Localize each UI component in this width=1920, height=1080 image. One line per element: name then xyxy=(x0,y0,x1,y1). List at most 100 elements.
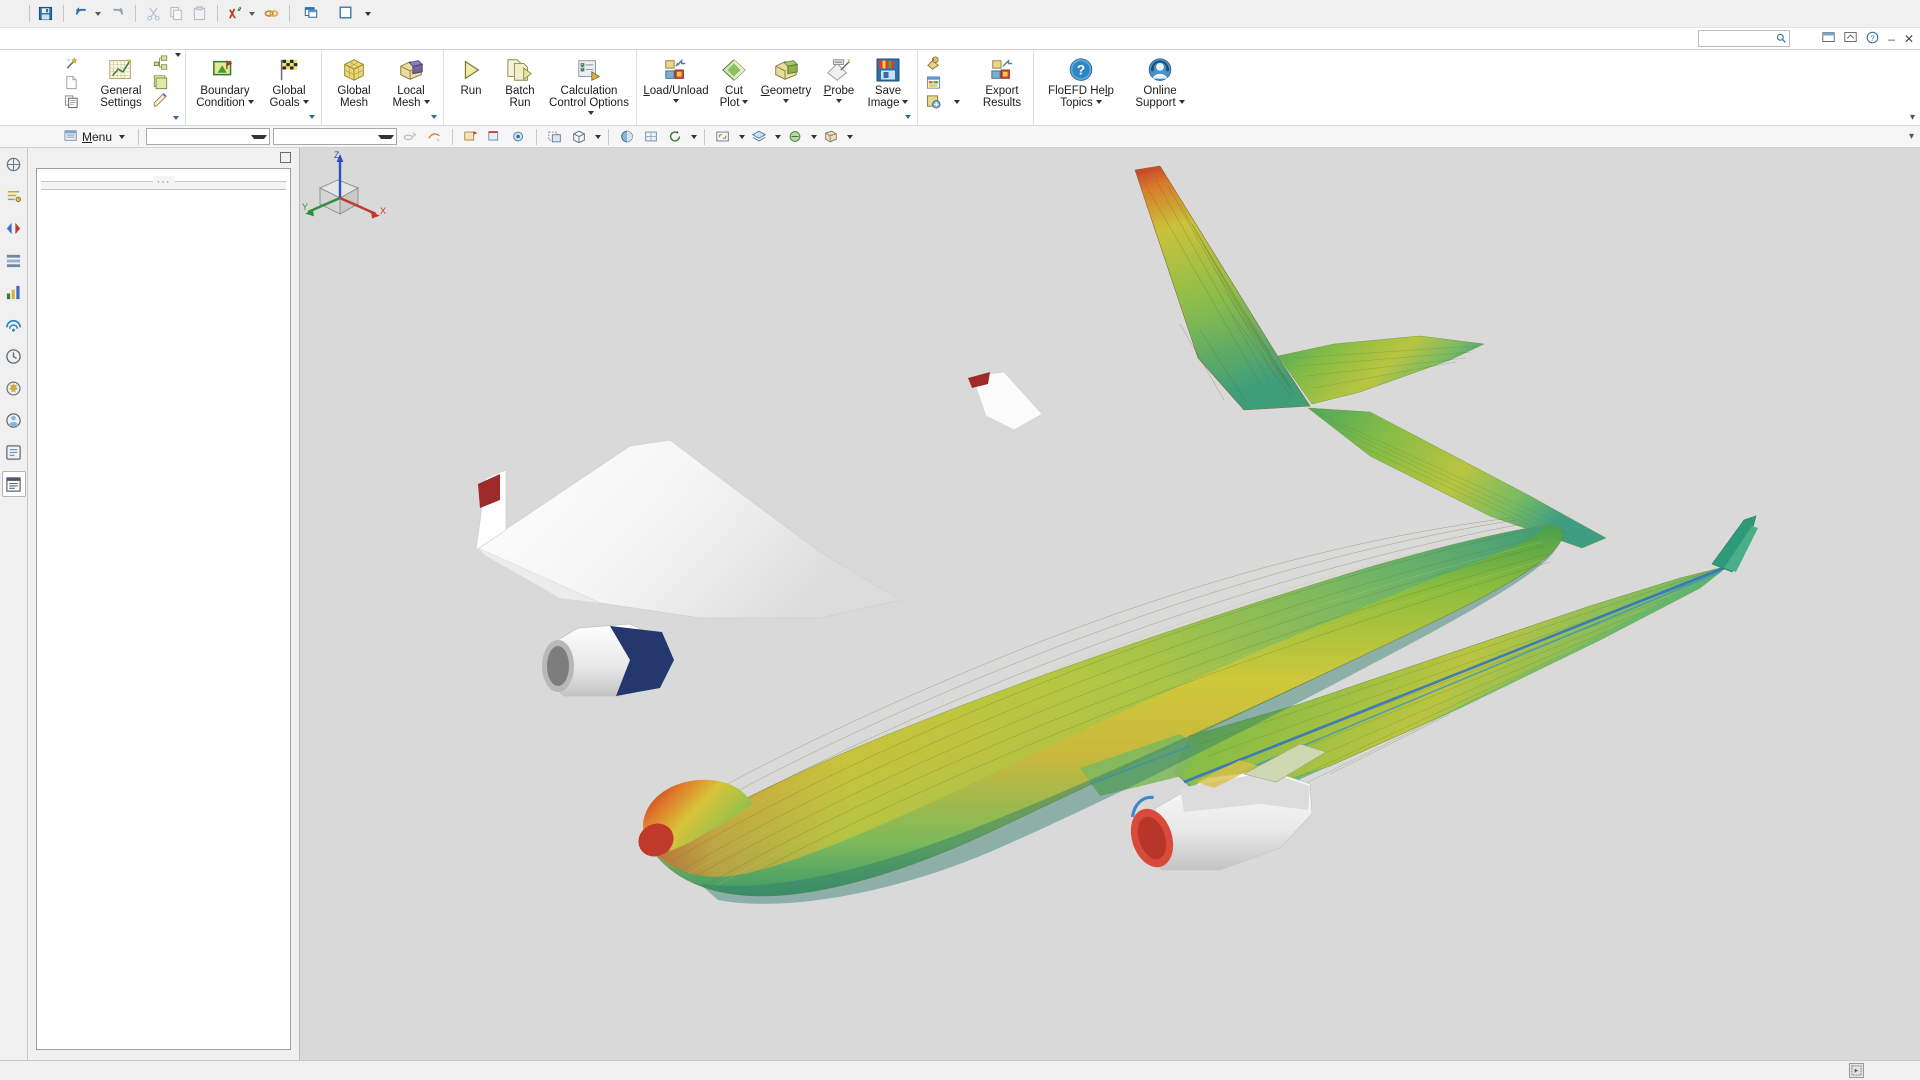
chevron-down-icon[interactable] xyxy=(309,115,315,119)
probe-button[interactable]: Probe xyxy=(816,53,862,103)
floefd-tree[interactable] xyxy=(36,168,291,1050)
menu-button[interactable]: Menu xyxy=(58,127,131,146)
calculation-control-options-button[interactable]: CalculationControl Options xyxy=(546,53,632,121)
ribbon-tab-strip[interactable]: ? – ✕ xyxy=(0,28,1920,50)
project-tree-icon[interactable] xyxy=(150,53,171,72)
resource-bar[interactable] xyxy=(0,148,28,1060)
history-icon[interactable] xyxy=(2,343,26,369)
rotate-dropdown-caret[interactable] xyxy=(691,135,697,139)
switch-window-button[interactable] xyxy=(297,3,330,25)
pin-panel-button[interactable] xyxy=(280,152,291,163)
orientation-triad[interactable]: Z Y X xyxy=(300,148,390,228)
chevron-down-icon[interactable] xyxy=(905,115,911,119)
chevron-down-icon[interactable] xyxy=(119,135,125,139)
chevron-down-icon[interactable] xyxy=(378,135,394,139)
cut-plot-button[interactable]: CutPlot xyxy=(712,53,756,109)
paste-icon[interactable] xyxy=(189,3,210,24)
reuse-library-icon[interactable] xyxy=(2,247,26,273)
part-navigator-icon[interactable] xyxy=(2,215,26,241)
assembly-navigator-icon[interactable] xyxy=(2,151,26,177)
ribbon-minimize-button[interactable]: – xyxy=(1888,32,1895,46)
export-results-button[interactable]: ExportResults xyxy=(975,53,1029,109)
undo-dropdown-caret[interactable] xyxy=(95,12,101,16)
check-geometry-button[interactable] xyxy=(922,54,964,73)
clone-project-button[interactable] xyxy=(60,92,88,111)
curve-rule-icon[interactable] xyxy=(424,127,445,146)
help-icon[interactable]: ? xyxy=(1866,31,1879,47)
snap-point-icon[interactable] xyxy=(400,127,421,146)
run-button[interactable]: Run xyxy=(448,53,494,98)
floefd-panel-icon[interactable] xyxy=(2,471,26,497)
layer-dropdown-caret[interactable] xyxy=(775,135,781,139)
search-icon[interactable] xyxy=(1776,33,1787,49)
project-more-caret[interactable] xyxy=(175,53,181,57)
redo-icon[interactable] xyxy=(107,3,128,24)
select-body-icon[interactable] xyxy=(544,127,565,146)
chevron-down-icon[interactable] xyxy=(954,100,960,104)
chevron-down-icon[interactable] xyxy=(783,99,789,103)
fit-icon[interactable] xyxy=(712,127,733,146)
chevron-down-icon[interactable] xyxy=(1179,100,1185,104)
general-settings-button[interactable]: GeneralSettings xyxy=(93,53,149,109)
view-orient-icon[interactable] xyxy=(640,127,661,146)
wireframe-icon[interactable] xyxy=(568,127,589,146)
project-edit-icon[interactable] xyxy=(150,91,171,110)
new-button[interactable] xyxy=(60,73,88,92)
chevron-down-icon[interactable] xyxy=(742,100,748,104)
project-copy-icon[interactable] xyxy=(150,72,171,91)
render-style-dropdown-caret[interactable] xyxy=(811,135,817,139)
copy-icon[interactable] xyxy=(166,3,187,24)
chevron-down-icon[interactable] xyxy=(1096,100,1102,104)
shaded-icon[interactable] xyxy=(616,127,637,146)
ribbon-collapse-button[interactable]: ▾ xyxy=(1910,112,1915,123)
ribbon-options-icon[interactable] xyxy=(1844,31,1857,47)
render-style-icon[interactable] xyxy=(784,127,805,146)
create-lids-button[interactable] xyxy=(922,92,964,111)
chevron-down-icon[interactable] xyxy=(673,99,679,103)
local-mesh-button[interactable]: LocalMesh xyxy=(383,53,439,109)
chevron-down-icon[interactable] xyxy=(173,116,179,120)
chevron-down-icon[interactable] xyxy=(902,100,908,104)
wireframe-dropdown-caret[interactable] xyxy=(595,135,601,139)
snapshot-dropdown-caret[interactable] xyxy=(249,12,255,16)
chevron-down-icon[interactable] xyxy=(248,100,254,104)
constraint-navigator-icon[interactable] xyxy=(2,183,26,209)
find-command-input[interactable] xyxy=(1698,30,1790,47)
selection-mode-icon[interactable] xyxy=(1849,1063,1864,1078)
chevron-down-icon[interactable] xyxy=(431,115,437,119)
system-navigator-icon[interactable] xyxy=(2,439,26,465)
quick-access-toolbar[interactable] xyxy=(35,3,378,25)
cut-icon[interactable] xyxy=(143,3,164,24)
global-mesh-button[interactable]: GlobalMesh xyxy=(326,53,382,109)
internet-explorer-icon[interactable] xyxy=(2,311,26,337)
simulation-navigator-icon[interactable] xyxy=(2,279,26,305)
chevron-down-icon[interactable] xyxy=(424,100,430,104)
section-dropdown-caret[interactable] xyxy=(847,135,853,139)
save-image-button[interactable]: SaveImage xyxy=(863,53,913,109)
ribbon-close-button[interactable]: ✕ xyxy=(1904,32,1914,46)
chevron-down-icon[interactable] xyxy=(303,100,309,104)
select-edge-icon[interactable] xyxy=(484,127,505,146)
select-feature-icon[interactable] xyxy=(508,127,529,146)
geometry-button[interactable]: Geometry xyxy=(757,53,815,103)
chevron-down-icon[interactable] xyxy=(251,135,267,139)
online-support-button[interactable]: OnlineSupport xyxy=(1125,53,1195,109)
chevron-down-icon[interactable] xyxy=(836,99,842,103)
snapshot-icon[interactable] xyxy=(225,3,246,24)
rotate-icon[interactable] xyxy=(664,127,685,146)
toolbar-overflow-button[interactable]: ▾ xyxy=(1909,131,1914,142)
layer-icon[interactable] xyxy=(748,127,769,146)
ribbon-display-icon[interactable] xyxy=(1822,31,1835,47)
fit-dropdown-caret[interactable] xyxy=(739,135,745,139)
chevron-down-icon[interactable] xyxy=(588,111,594,115)
window-menu-button[interactable] xyxy=(332,3,378,25)
load-unload-button[interactable]: Load/Unload xyxy=(641,53,711,103)
roles-icon[interactable] xyxy=(2,407,26,433)
selection-filter-select[interactable] xyxy=(146,128,270,145)
graphics-viewport[interactable]: Z Y X xyxy=(300,148,1920,1060)
ribbon-window-controls[interactable]: ? – ✕ xyxy=(1822,31,1914,47)
select-face-icon[interactable] xyxy=(460,127,481,146)
chevron-down-icon[interactable] xyxy=(365,12,371,16)
scope-select[interactable] xyxy=(273,128,397,145)
link-icon[interactable] xyxy=(261,3,282,24)
